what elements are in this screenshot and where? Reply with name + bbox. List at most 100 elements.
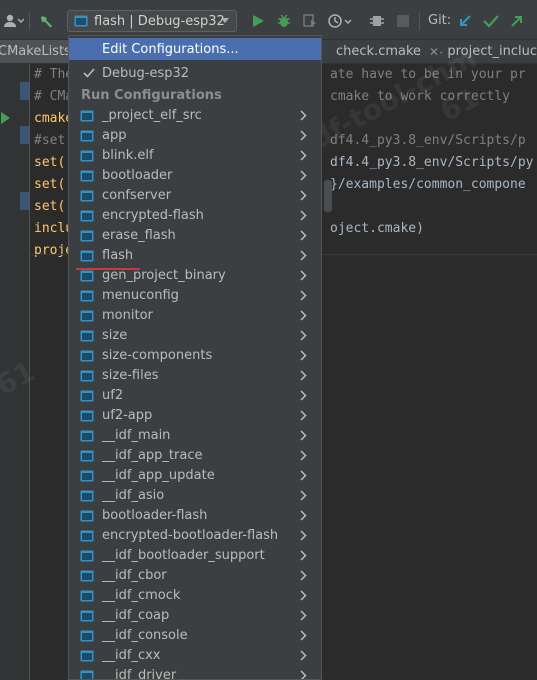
chevron-right-icon bbox=[300, 630, 307, 641]
run-config-item[interactable]: __idf_cxx bbox=[69, 646, 321, 666]
run-config-item[interactable]: monitor bbox=[69, 306, 321, 326]
run-config-item-label: __idf_driver bbox=[102, 668, 177, 680]
chevron-right-icon bbox=[300, 590, 307, 601]
run-config-item-label: confserver bbox=[102, 188, 172, 203]
run-config-item[interactable]: confserver bbox=[69, 186, 321, 206]
code-line-right: df4.4_py3.8_env/Scripts/py bbox=[330, 155, 534, 170]
run-config-item[interactable]: erase_flash bbox=[69, 226, 321, 246]
run-config-item[interactable]: __idf_console bbox=[69, 626, 321, 646]
cmake-target-icon bbox=[80, 430, 94, 442]
run-config-item[interactable]: app bbox=[69, 126, 321, 146]
cmake-target-icon bbox=[80, 490, 94, 502]
chevron-right-icon bbox=[300, 650, 307, 661]
cmake-target-icon bbox=[80, 150, 94, 162]
chevron-right-icon bbox=[300, 190, 307, 201]
code-line-right: oject.cmake) bbox=[330, 221, 424, 236]
run-config-item[interactable]: __idf_main bbox=[69, 426, 321, 446]
run-config-item[interactable]: size-components bbox=[69, 346, 321, 366]
cmake-target-icon bbox=[80, 270, 94, 282]
run-config-item[interactable]: __idf_coap bbox=[69, 606, 321, 626]
edit-configurations-item[interactable]: Edit Configurations... bbox=[69, 38, 321, 60]
git-commit-icon[interactable] bbox=[480, 10, 502, 32]
run-config-item[interactable]: __idf_app_trace bbox=[69, 446, 321, 466]
cmake-target-icon bbox=[80, 650, 94, 662]
cmake-target-icon bbox=[80, 230, 94, 242]
run-config-item[interactable]: blink.elf bbox=[69, 146, 321, 166]
cmake-target-icon bbox=[80, 190, 94, 202]
git-update-icon[interactable] bbox=[454, 10, 476, 32]
editor-scrollbar[interactable] bbox=[324, 180, 332, 212]
attach-icon[interactable] bbox=[366, 10, 388, 32]
run-config-item-label: __idf_coap bbox=[102, 608, 170, 623]
run-config-item-label: bootloader-flash bbox=[102, 508, 208, 523]
chevron-right-icon bbox=[300, 350, 307, 361]
hammer-icon[interactable] bbox=[36, 10, 58, 32]
selected-config-label: Debug-esp32 bbox=[102, 66, 190, 81]
fold-marker bbox=[20, 82, 29, 100]
cmake-target-icon bbox=[80, 590, 94, 602]
run-config-item[interactable]: __idf_cmock bbox=[69, 586, 321, 606]
stop-icon[interactable] bbox=[392, 10, 414, 32]
run-config-item[interactable]: bootloader bbox=[69, 166, 321, 186]
run-config-item[interactable]: size-files bbox=[69, 366, 321, 386]
run-icon[interactable] bbox=[247, 10, 269, 32]
run-config-item-label: uf2 bbox=[102, 388, 124, 403]
run-config-item[interactable]: size bbox=[69, 326, 321, 346]
chevron-right-icon bbox=[300, 450, 307, 461]
cmake-target-icon bbox=[80, 310, 94, 322]
chevron-right-icon bbox=[300, 130, 307, 141]
coverage-icon[interactable] bbox=[299, 10, 321, 32]
chevron-right-icon bbox=[300, 150, 307, 161]
run-config-item[interactable]: flash bbox=[69, 246, 321, 266]
code-line: set( bbox=[34, 177, 66, 192]
run-config-item[interactable]: encrypted-flash bbox=[69, 206, 321, 226]
chevron-right-icon bbox=[300, 330, 307, 341]
run-config-item[interactable]: uf2-app bbox=[69, 406, 321, 426]
run-config-item-label: __idf_app_trace bbox=[102, 448, 203, 463]
run-config-item[interactable]: bootloader-flash bbox=[69, 506, 321, 526]
run-config-item-label: blink.elf bbox=[102, 148, 154, 163]
run-config-item-label: size-files bbox=[102, 368, 159, 383]
debug-icon[interactable] bbox=[273, 10, 295, 32]
run-config-item-label: __idf_console bbox=[102, 628, 188, 643]
run-config-selector[interactable]: flash | Debug-esp32 bbox=[67, 10, 237, 32]
run-config-item-label: __idf_asio bbox=[102, 488, 165, 503]
tab-check-cmake[interactable]: check.cmake ✕ bbox=[324, 40, 446, 63]
chevron-right-icon bbox=[300, 270, 307, 281]
run-config-item-label: app bbox=[102, 128, 127, 143]
run-config-item[interactable]: menuconfig bbox=[69, 286, 321, 306]
run-config-item[interactable]: __idf_bootloader_support bbox=[69, 546, 321, 566]
run-config-item[interactable]: _project_elf_src bbox=[69, 106, 321, 126]
cmake-target-icon bbox=[80, 330, 94, 342]
chevron-right-icon bbox=[300, 670, 307, 679]
cmake-target-icon bbox=[80, 570, 94, 582]
chevron-right-icon bbox=[300, 310, 307, 321]
checkmark-icon bbox=[83, 68, 95, 78]
chevron-right-icon bbox=[300, 470, 307, 481]
chevron-right-icon bbox=[300, 430, 307, 441]
cmake-target-icon bbox=[80, 610, 94, 622]
run-config-item-label: size-components bbox=[102, 348, 213, 363]
run-config-item[interactable]: __idf_asio bbox=[69, 486, 321, 506]
run-gutter-icon[interactable] bbox=[1, 112, 10, 124]
section-header: Run Configurations bbox=[81, 88, 222, 103]
cmake-target-icon bbox=[80, 550, 94, 562]
profile-icon[interactable] bbox=[325, 10, 355, 32]
toolbar-separator bbox=[419, 12, 420, 30]
tab-cmakelists[interactable]: CMakeLists.txt bbox=[0, 40, 93, 63]
git-push-icon[interactable] bbox=[506, 10, 528, 32]
cmake-target-icon bbox=[80, 390, 94, 402]
run-config-item[interactable]: __idf_driver bbox=[69, 666, 321, 680]
run-config-item[interactable]: uf2 bbox=[69, 386, 321, 406]
selected-config-item[interactable]: Debug-esp32 bbox=[69, 63, 321, 85]
run-config-item-label: __idf_cmock bbox=[102, 588, 181, 603]
chevron-right-icon bbox=[300, 570, 307, 581]
chevron-right-icon bbox=[300, 410, 307, 421]
git-label: Git: bbox=[428, 13, 452, 28]
run-config-item[interactable]: encrypted-bootloader-flash bbox=[69, 526, 321, 546]
run-config-item[interactable]: __idf_cbor bbox=[69, 566, 321, 586]
run-config-item-label: encrypted-bootloader-flash bbox=[102, 528, 279, 543]
chevron-right-icon bbox=[300, 610, 307, 621]
run-config-item[interactable]: __idf_app_update bbox=[69, 466, 321, 486]
user-icon[interactable] bbox=[0, 10, 26, 32]
